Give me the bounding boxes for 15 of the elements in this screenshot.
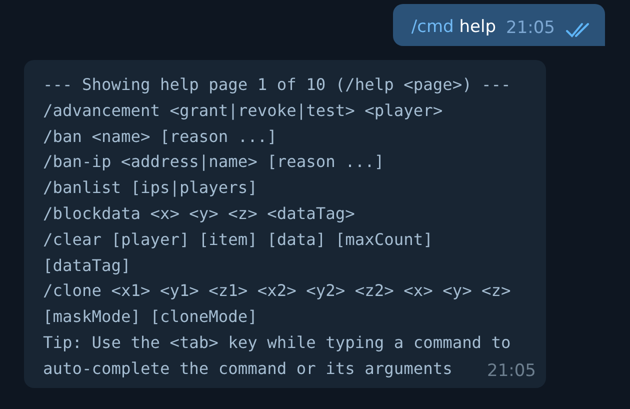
message-line: /clear [player] [item] [data] [maxCount]: [43, 228, 434, 251]
message-line: Tip: Use the <tab> key while typing a command to: [43, 332, 512, 354]
message-line: /advancement <grant|revoke|test> <player>: [43, 100, 444, 122]
message-line: /ban-ip <address|name> [reason ...]: [43, 151, 386, 174]
message-line: /blockdata <x> <y> <z> <dataTag>: [43, 202, 356, 225]
message-text: /cmd help: [411, 16, 496, 38]
message-time: 21:05: [487, 360, 536, 382]
message-line: /clone <x1> <y1> <z1> <x2> <y2> <z2> <x> <y> <z>: [43, 280, 512, 302]
message-line: --- Showing help page 1 of 10 (/help <page>) ---: [43, 74, 512, 96]
message-line: /banlist [ips|players]: [43, 177, 258, 200]
message-line: [maskMode] [cloneMode]: [43, 306, 258, 328]
message-line: [dataTag]: [43, 254, 132, 277]
message-time: 21:05: [506, 18, 555, 38]
message-line: /ban <name> [reason ...]: [43, 126, 278, 148]
message-line: auto-complete the command or its arguments: [43, 358, 452, 380]
